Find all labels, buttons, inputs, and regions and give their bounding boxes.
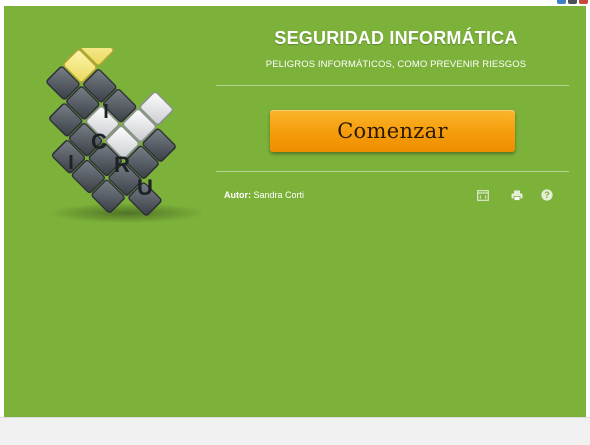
footer-bar xyxy=(0,417,590,445)
svg-text:I: I xyxy=(103,101,109,123)
corner-red-icon[interactable] xyxy=(579,0,588,4)
page-title: SEGURIDAD INFORMÁTICA xyxy=(274,28,518,48)
svg-text:C: C xyxy=(91,129,107,154)
corner-blue-icon[interactable] xyxy=(557,0,566,4)
svg-text:R: R xyxy=(114,152,130,177)
start-button[interactable]: Comenzar xyxy=(270,110,515,152)
author-line: Autor: Sandra Corti xyxy=(224,190,304,200)
svg-text:I: I xyxy=(68,152,74,174)
print-icon[interactable] xyxy=(510,188,524,202)
help-icon[interactable]: ? xyxy=(540,188,554,202)
author-label: Autor: xyxy=(224,190,251,200)
embed-icon[interactable] xyxy=(476,188,490,202)
svg-text:?: ? xyxy=(544,190,550,200)
corner-dark-icon[interactable] xyxy=(568,0,577,4)
window-controls xyxy=(557,0,588,4)
divider-top xyxy=(216,85,569,86)
page-subtitle: PELIGROS INFORMÁTICOS, COMO PREVENIR RIE… xyxy=(265,59,527,70)
crossword-logo: C R U I I xyxy=(46,48,202,223)
author-name: Sandra Corti xyxy=(253,190,305,200)
svg-text:U: U xyxy=(137,175,153,200)
divider-bottom xyxy=(216,171,569,172)
